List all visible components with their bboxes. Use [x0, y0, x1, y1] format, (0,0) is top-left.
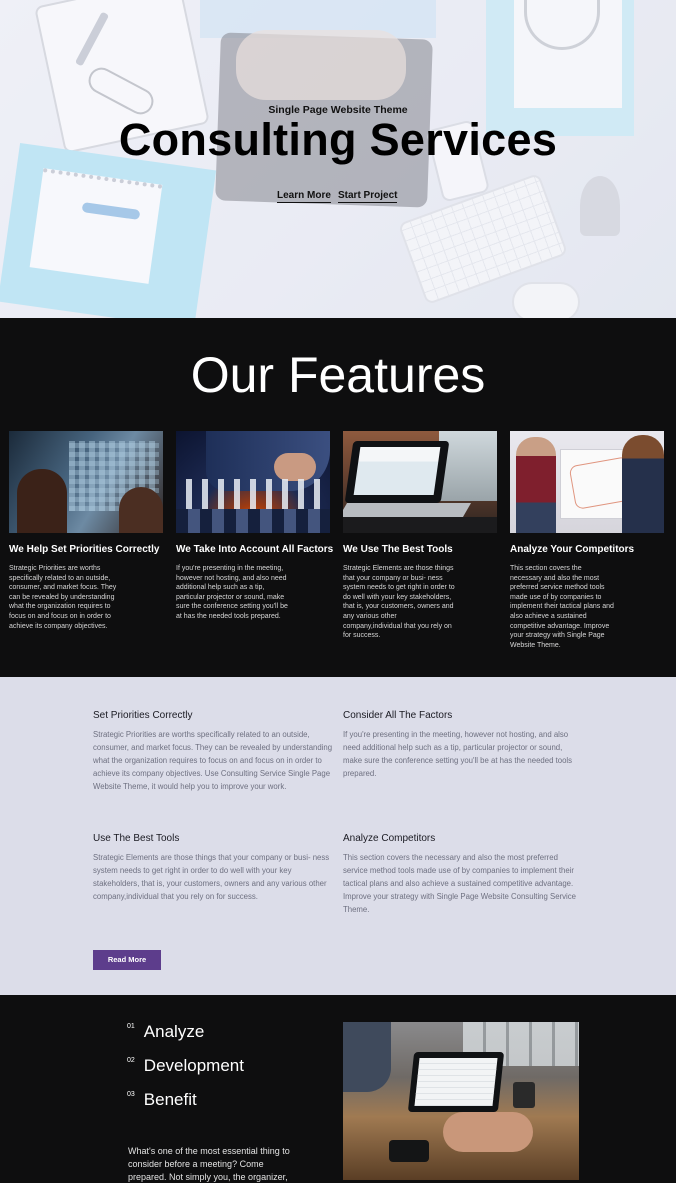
detail-text: Strategic Elements are those things that…: [93, 853, 330, 901]
feature-title: Analyze Your Competitors: [510, 544, 635, 555]
steps-paragraph: What's one of the most essential thing t…: [128, 1146, 290, 1182]
feature-card: We Take Into Account All Factors If you'…: [176, 431, 334, 622]
detail-title: Consider All The Factors: [343, 710, 453, 721]
hero-title: Consulting Services: [118, 114, 558, 165]
read-more-button[interactable]: Read More: [93, 950, 161, 970]
step-label: Benefit: [143, 1090, 197, 1109]
step-number: 02: [127, 1057, 135, 1064]
detail-title: Use The Best Tools: [93, 833, 180, 844]
detail-block: Set Priorities Correctly Strategic Prior…: [93, 710, 333, 793]
details-section: Set Priorities Correctly Strategic Prior…: [0, 677, 676, 995]
step-number: 01: [127, 1023, 135, 1030]
detail-title: Analyze Competitors: [343, 833, 436, 844]
steps-section: 01 Analyze 02 Development 03 Benefit What's…: [0, 995, 676, 1183]
detail-text: Strategic Priorities are worths specific…: [93, 730, 333, 791]
step-number: 03: [127, 1091, 135, 1098]
team-laptop-photo: [343, 1022, 579, 1180]
feature-text: Strategic Elements are those things that…: [343, 565, 455, 640]
feature-image-laptop: [343, 431, 497, 533]
feature-card: We Use The Best Tools Strategic Elements…: [343, 431, 497, 641]
step-item-development: 02 Development: [127, 1056, 244, 1076]
detail-block: Use The Best Tools Strategic Elements ar…: [93, 833, 333, 903]
features-heading: Our Features: [190, 347, 486, 403]
feature-image-chess: [176, 431, 330, 533]
feature-text: This section covers the necessary and al…: [510, 565, 614, 649]
feature-card: Analyze Your Competitors This section co…: [510, 431, 664, 650]
detail-block: Consider All The Factors If you're prese…: [343, 710, 583, 780]
feature-image-whiteboard: [510, 431, 664, 533]
feature-text: Strategic Priorities are worths specific…: [9, 565, 117, 630]
start-project-link[interactable]: Start Project: [338, 190, 398, 203]
step-label: Analyze: [143, 1022, 205, 1041]
detail-text: This section covers the necessary and al…: [343, 853, 577, 914]
detail-block: Analyze Competitors This section covers …: [343, 833, 583, 916]
step-label: Development: [143, 1056, 244, 1075]
hero-section: Single Page Website Theme Consulting Ser…: [0, 0, 676, 318]
step-item-benefit: 03 Benefit: [127, 1090, 197, 1110]
features-section: Our Features We Help Set Priorities Corr…: [0, 318, 676, 677]
feature-image-city-window: [9, 431, 163, 533]
feature-title: We Take Into Account All Factors: [176, 544, 334, 555]
feature-card: We Help Set Priorities Correctly Strateg…: [9, 431, 163, 631]
feature-title: We Help Set Priorities Correctly: [9, 544, 160, 555]
feature-text: If you're presenting in the meeting, how…: [176, 565, 288, 620]
detail-text: If you're presenting in the meeting, how…: [343, 730, 573, 778]
detail-title: Set Priorities Correctly: [93, 710, 193, 721]
feature-title: We Use The Best Tools: [343, 544, 453, 555]
step-item-analyze: 01 Analyze: [127, 1022, 204, 1042]
learn-more-link[interactable]: Learn More: [277, 190, 331, 203]
